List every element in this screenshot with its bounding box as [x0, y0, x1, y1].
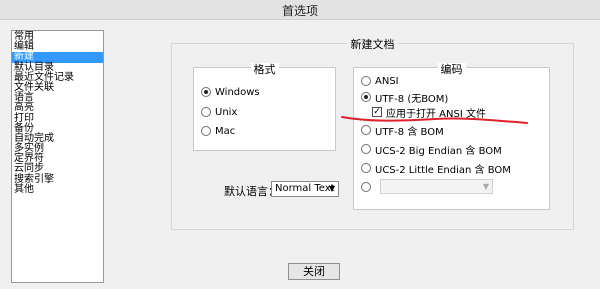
- format-windows-option[interactable]: Windows: [201, 85, 260, 99]
- encoding-ucs2-be-radio[interactable]: [361, 144, 371, 154]
- encoding-ucs2-le-option[interactable]: UCS-2 Little Endian 含 BOM: [361, 161, 511, 176]
- encoding-utf8-radio[interactable]: [361, 92, 371, 102]
- format-mac-radio[interactable]: [201, 126, 211, 136]
- list-item-misc[interactable]: 其他: [12, 184, 103, 195]
- encoding-ansi-radio[interactable]: [361, 76, 371, 86]
- encoding-other-option[interactable]: [361, 180, 375, 194]
- format-windows-radio[interactable]: [201, 87, 211, 97]
- encoding-ucs2-le-label: UCS-2 Little Endian 含 BOM: [375, 164, 511, 176]
- category-list[interactable]: 常用 编辑 新建 默认目录 最近文件记录 文件关联 语言 高亮 打印 备份 自动…: [11, 30, 104, 283]
- encoding-utf8-option[interactable]: UTF-8 (无BOM): [361, 90, 449, 105]
- encoding-ansi-option[interactable]: ANSI: [361, 74, 399, 88]
- default-language-select[interactable]: Normal Text ▼: [271, 181, 339, 197]
- format-windows-label: Windows: [215, 86, 260, 98]
- list-item-highlighting[interactable]: 高亮: [12, 103, 103, 113]
- encoding-other-radio[interactable]: [361, 182, 371, 192]
- format-unix-option[interactable]: Unix: [201, 105, 237, 119]
- close-button[interactable]: 关闭: [288, 263, 340, 280]
- format-unix-radio[interactable]: [201, 107, 211, 117]
- encoding-ucs2-be-label: UCS-2 Big Endian 含 BOM: [375, 145, 502, 157]
- encoding-utf8-label: UTF-8 (无BOM): [375, 93, 449, 105]
- format-mac-label: Mac: [215, 125, 236, 137]
- window-title: 首选项: [281, 4, 318, 18]
- encoding-ucs2-be-option[interactable]: UCS-2 Big Endian 含 BOM: [361, 142, 502, 157]
- format-group: 格式 Windows Unix Mac: [193, 63, 336, 151]
- chevron-down-icon: ▼: [328, 184, 335, 193]
- red-underline-annotation: [341, 116, 528, 124]
- format-unix-label: Unix: [215, 106, 238, 118]
- format-group-title: 格式: [250, 63, 279, 76]
- other-encoding-select[interactable]: ▼: [380, 179, 493, 194]
- title-bar: 首选项: [0, 0, 600, 20]
- chevron-down-icon: ▼: [482, 182, 489, 191]
- format-mac-option[interactable]: Mac: [201, 124, 235, 138]
- encoding-ucs2-le-radio[interactable]: [361, 163, 371, 173]
- default-language-value: Normal Text: [275, 183, 335, 194]
- new-document-group-title: 新建文档: [346, 38, 399, 51]
- encoding-ansi-label: ANSI: [375, 75, 399, 87]
- encoding-group-title: 编码: [437, 63, 466, 76]
